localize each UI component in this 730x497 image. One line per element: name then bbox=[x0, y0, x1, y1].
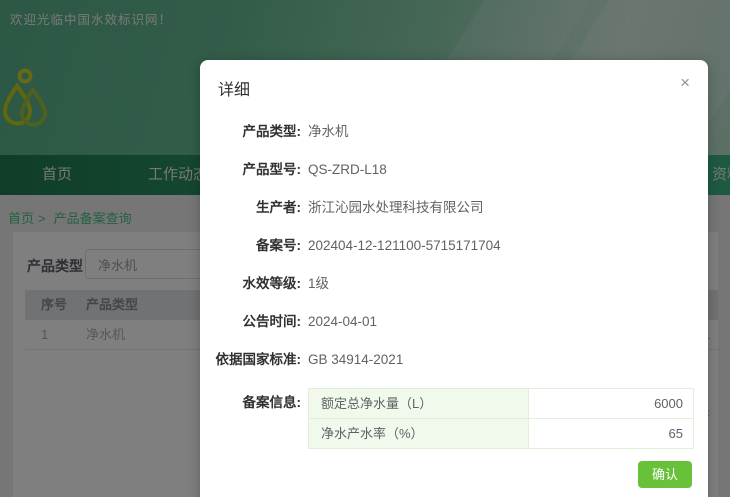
field-value: 浙江沁园水处理科技有限公司 bbox=[308, 200, 484, 215]
field-label: 产品型号: bbox=[242, 162, 302, 177]
field-label: 生产者: bbox=[256, 200, 301, 215]
detail-dialog: 详细 × 产品类型: 净水机 产品型号: QS-ZRD-L18 生产者: 浙江沁… bbox=[200, 60, 708, 497]
field-product-type: 产品类型: 净水机 bbox=[200, 122, 692, 141]
field-model: 产品型号: QS-ZRD-L18 bbox=[200, 160, 692, 179]
record-value: 6000 bbox=[528, 388, 694, 419]
field-announce-date: 公告时间: 2024-04-01 bbox=[200, 312, 692, 331]
field-value: 2024-04-01 bbox=[308, 314, 378, 329]
field-label: 水效等级: bbox=[242, 276, 302, 291]
field-record-info: 备案信息: 额定总净水量（L） 6000 净水产水率（%） 65 bbox=[200, 388, 694, 449]
record-row: 净水产水率（%） 65 bbox=[307, 418, 694, 449]
field-record-no: 备案号: 202404-12-121100-5715171704 bbox=[200, 236, 692, 255]
field-label: 备案信息: bbox=[242, 395, 302, 410]
record-value: 65 bbox=[528, 418, 694, 449]
record-info-table: 额定总净水量（L） 6000 净水产水率（%） 65 bbox=[307, 388, 694, 449]
field-value: 净水机 bbox=[308, 124, 349, 139]
close-icon[interactable]: × bbox=[680, 74, 690, 91]
field-efficiency-grade: 水效等级: 1级 bbox=[200, 274, 692, 293]
confirm-button[interactable]: 确认 bbox=[638, 461, 692, 488]
field-value: 202404-12-121100-5715171704 bbox=[308, 238, 501, 253]
record-name: 净水产水率（%） bbox=[307, 418, 530, 449]
field-value: GB 34914-2021 bbox=[308, 352, 404, 367]
field-label: 产品类型: bbox=[242, 124, 302, 139]
field-label: 依据国家标准: bbox=[215, 352, 302, 367]
dialog-title: 详细 bbox=[218, 82, 251, 99]
dialog-header: 详细 × bbox=[200, 60, 708, 110]
field-national-standard: 依据国家标准: GB 34914-2021 bbox=[200, 350, 692, 369]
field-label: 备案号: bbox=[256, 238, 301, 253]
dialog-body: 产品类型: 净水机 产品型号: QS-ZRD-L18 生产者: 浙江沁园水处理科… bbox=[200, 110, 708, 449]
field-label: 公告时间: bbox=[242, 314, 302, 329]
page: 欢迎光临中国水效标识网！ 首页 工作动态 资料下载 首页>产品备案查询 产品类型… bbox=[0, 0, 730, 497]
record-row: 额定总净水量（L） 6000 bbox=[307, 388, 694, 419]
field-manufacturer: 生产者: 浙江沁园水处理科技有限公司 bbox=[200, 198, 692, 217]
field-value: QS-ZRD-L18 bbox=[308, 162, 387, 177]
record-name: 额定总净水量（L） bbox=[307, 388, 530, 419]
field-value: 1级 bbox=[308, 276, 330, 291]
